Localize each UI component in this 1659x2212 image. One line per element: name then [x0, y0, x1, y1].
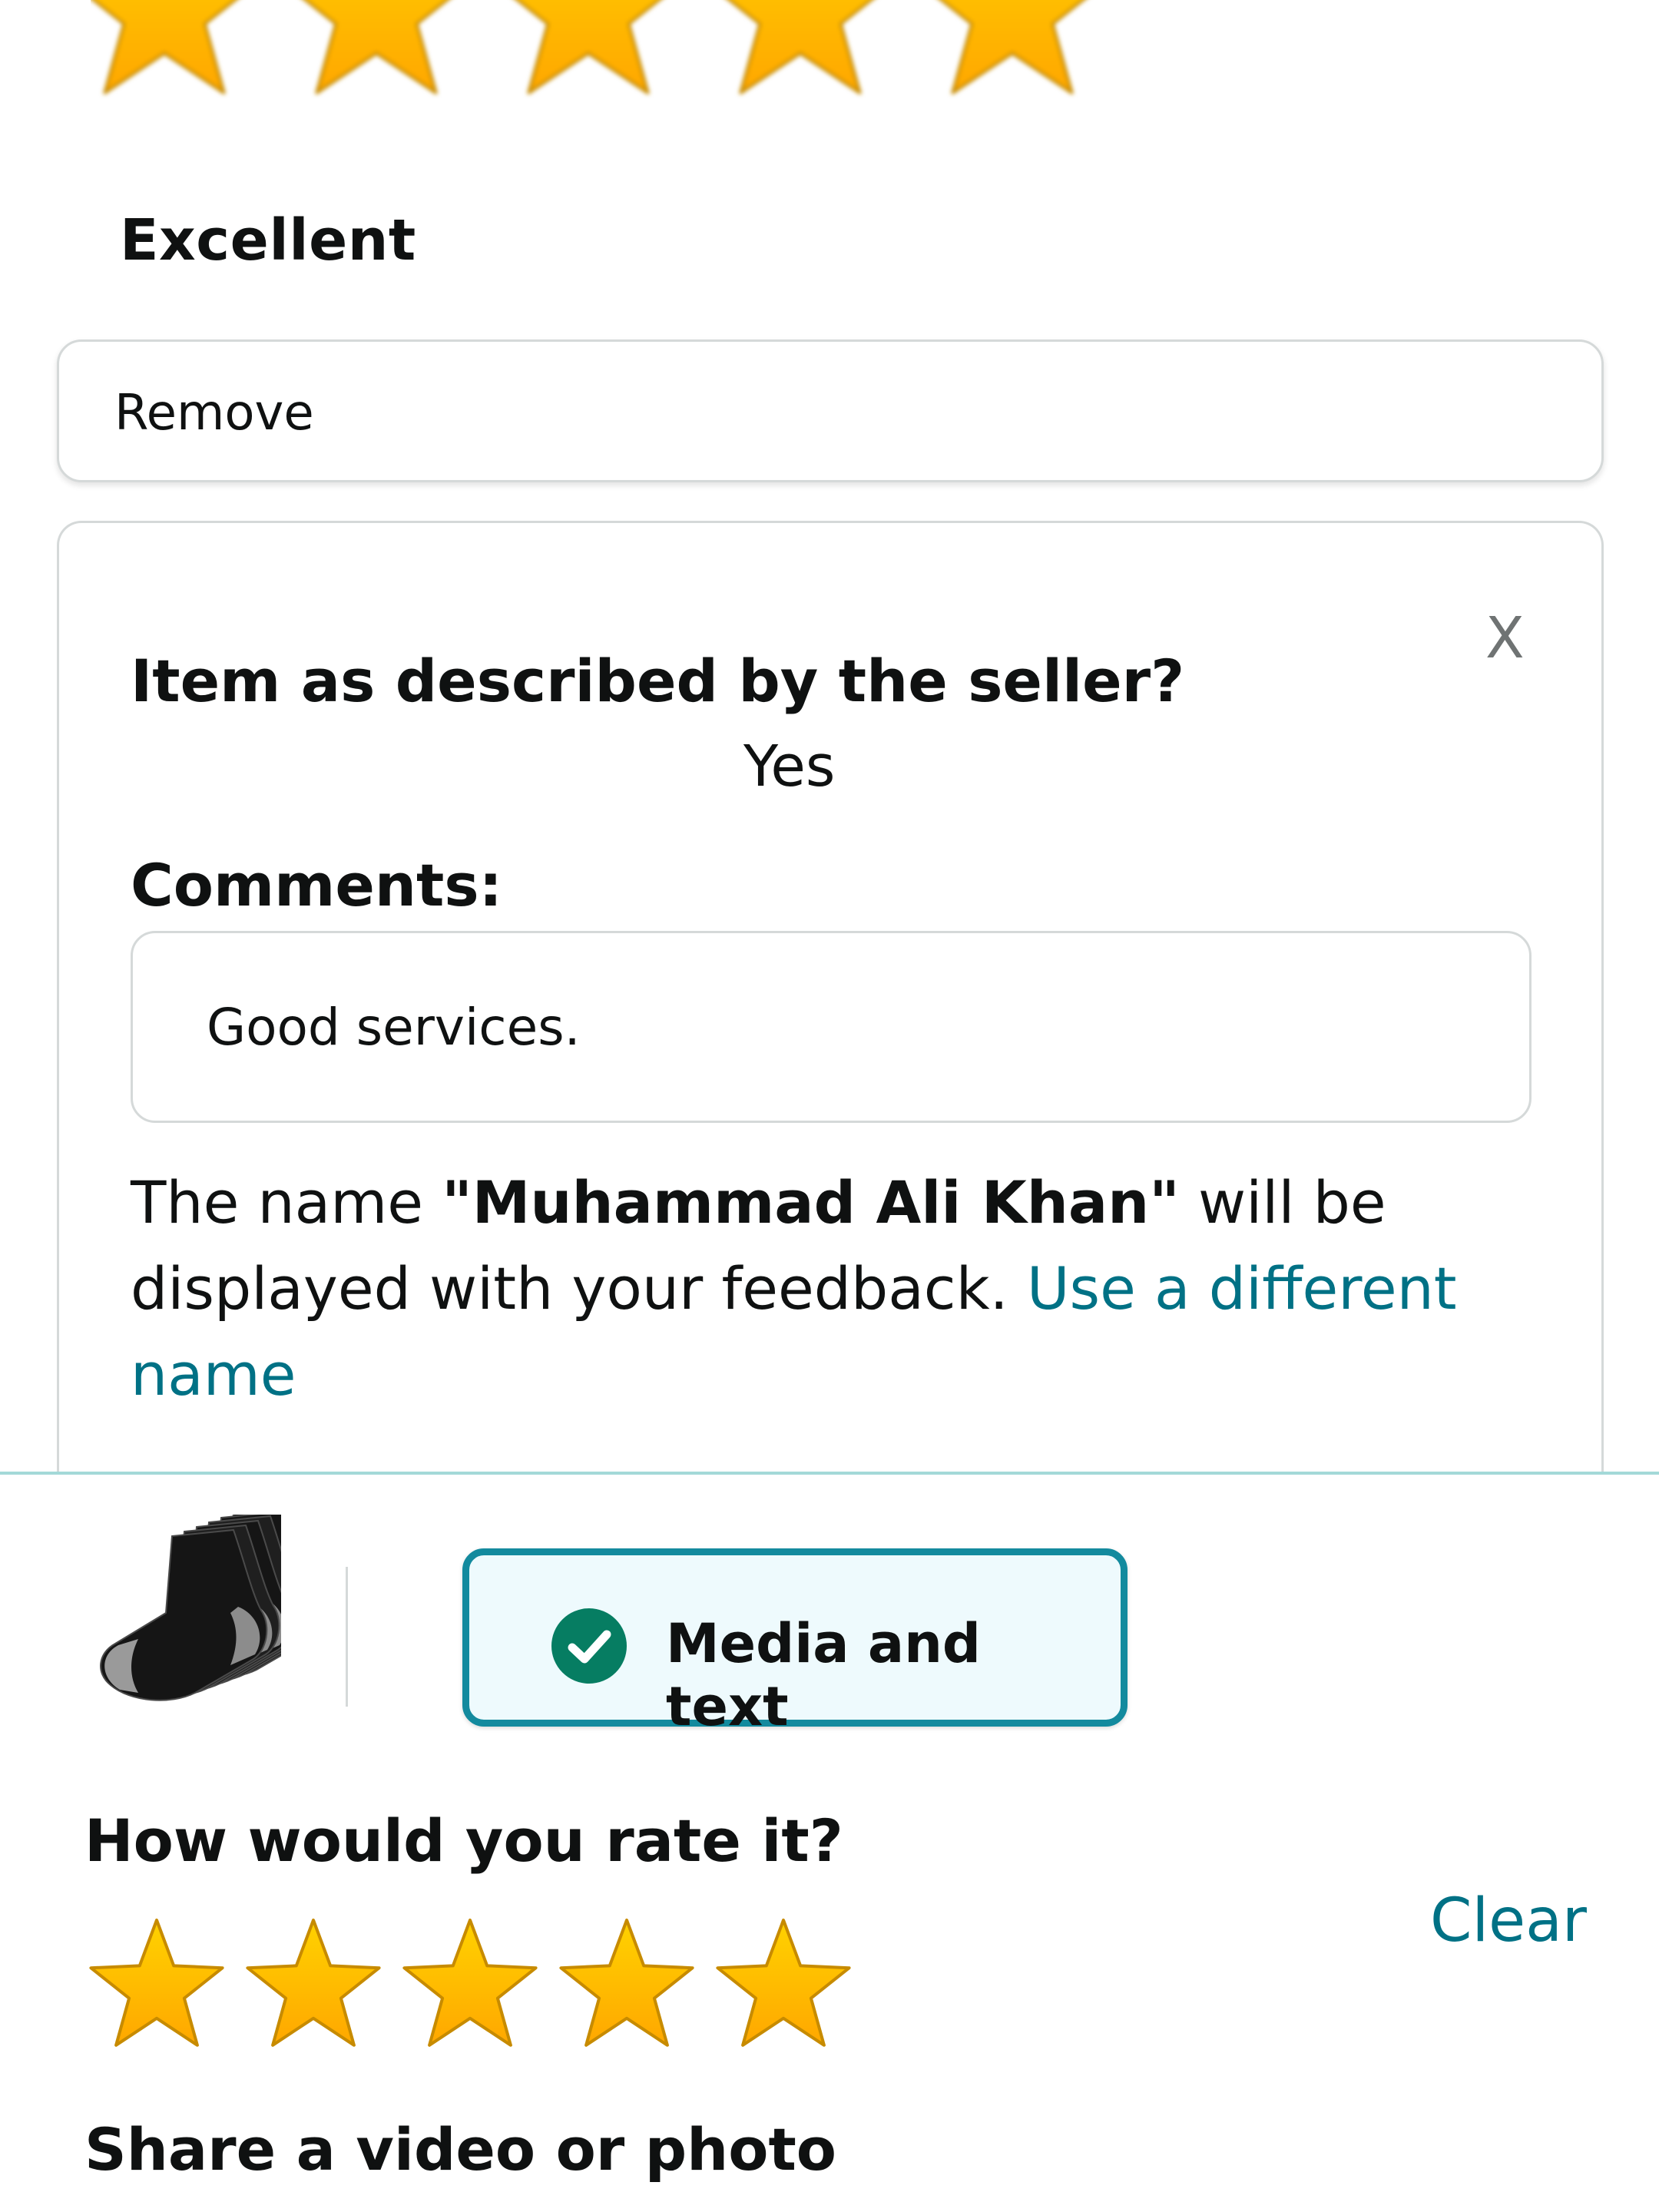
socks-product-image[interactable] [80, 1515, 281, 1707]
seller-rating-star-3-icon[interactable] [492, 0, 685, 94]
close-icon[interactable]: X [1485, 605, 1525, 671]
product-rating-star-2-icon[interactable] [246, 1919, 381, 2047]
seller-rating-stars[interactable] [91, 0, 1120, 111]
clear-rating-link[interactable]: Clear [1430, 1886, 1587, 1955]
product-rating-stars[interactable] [83, 1914, 859, 2058]
seller-rating-star-1-icon[interactable] [91, 0, 261, 94]
product-rating-star-5-icon[interactable] [716, 1919, 851, 2047]
item-described-question: Item as described by the seller? [131, 647, 1185, 715]
comments-field[interactable]: Good services. [131, 931, 1532, 1123]
product-rating-star-1-icon[interactable] [89, 1919, 224, 2047]
name-note-prefix: The name [131, 1168, 442, 1237]
seller-rating-star-2-icon[interactable] [280, 0, 473, 94]
product-rating-star-3-icon[interactable] [402, 1919, 538, 2047]
seller-rating-star-4-icon[interactable] [704, 0, 897, 94]
product-rating-star-4-icon[interactable] [559, 1919, 694, 2047]
comments-value: Good services. [207, 998, 581, 1057]
share-media-title: Share a video or photo [84, 2115, 836, 2184]
seller-rating-star-5-icon[interactable] [916, 0, 1109, 94]
media-and-text-label: Media and text [666, 1612, 982, 1738]
check-circle-icon [551, 1608, 627, 1684]
rate-question: How would you rate it? [84, 1806, 843, 1875]
vertical-separator [346, 1567, 348, 1707]
media-and-text-button[interactable]: Media and text [462, 1548, 1128, 1738]
remove-button[interactable]: Remove [57, 339, 1604, 482]
item-described-answer[interactable]: Yes [743, 733, 835, 800]
remove-button-label: Remove [114, 385, 314, 442]
rating-label: Excellent [120, 207, 416, 273]
display-name-note: The name "Muhammad Ali Khan" will be dis… [131, 1160, 1528, 1418]
comments-label: Comments: [131, 851, 502, 919]
display-name: "Muhammad Ali Khan" [442, 1168, 1180, 1237]
